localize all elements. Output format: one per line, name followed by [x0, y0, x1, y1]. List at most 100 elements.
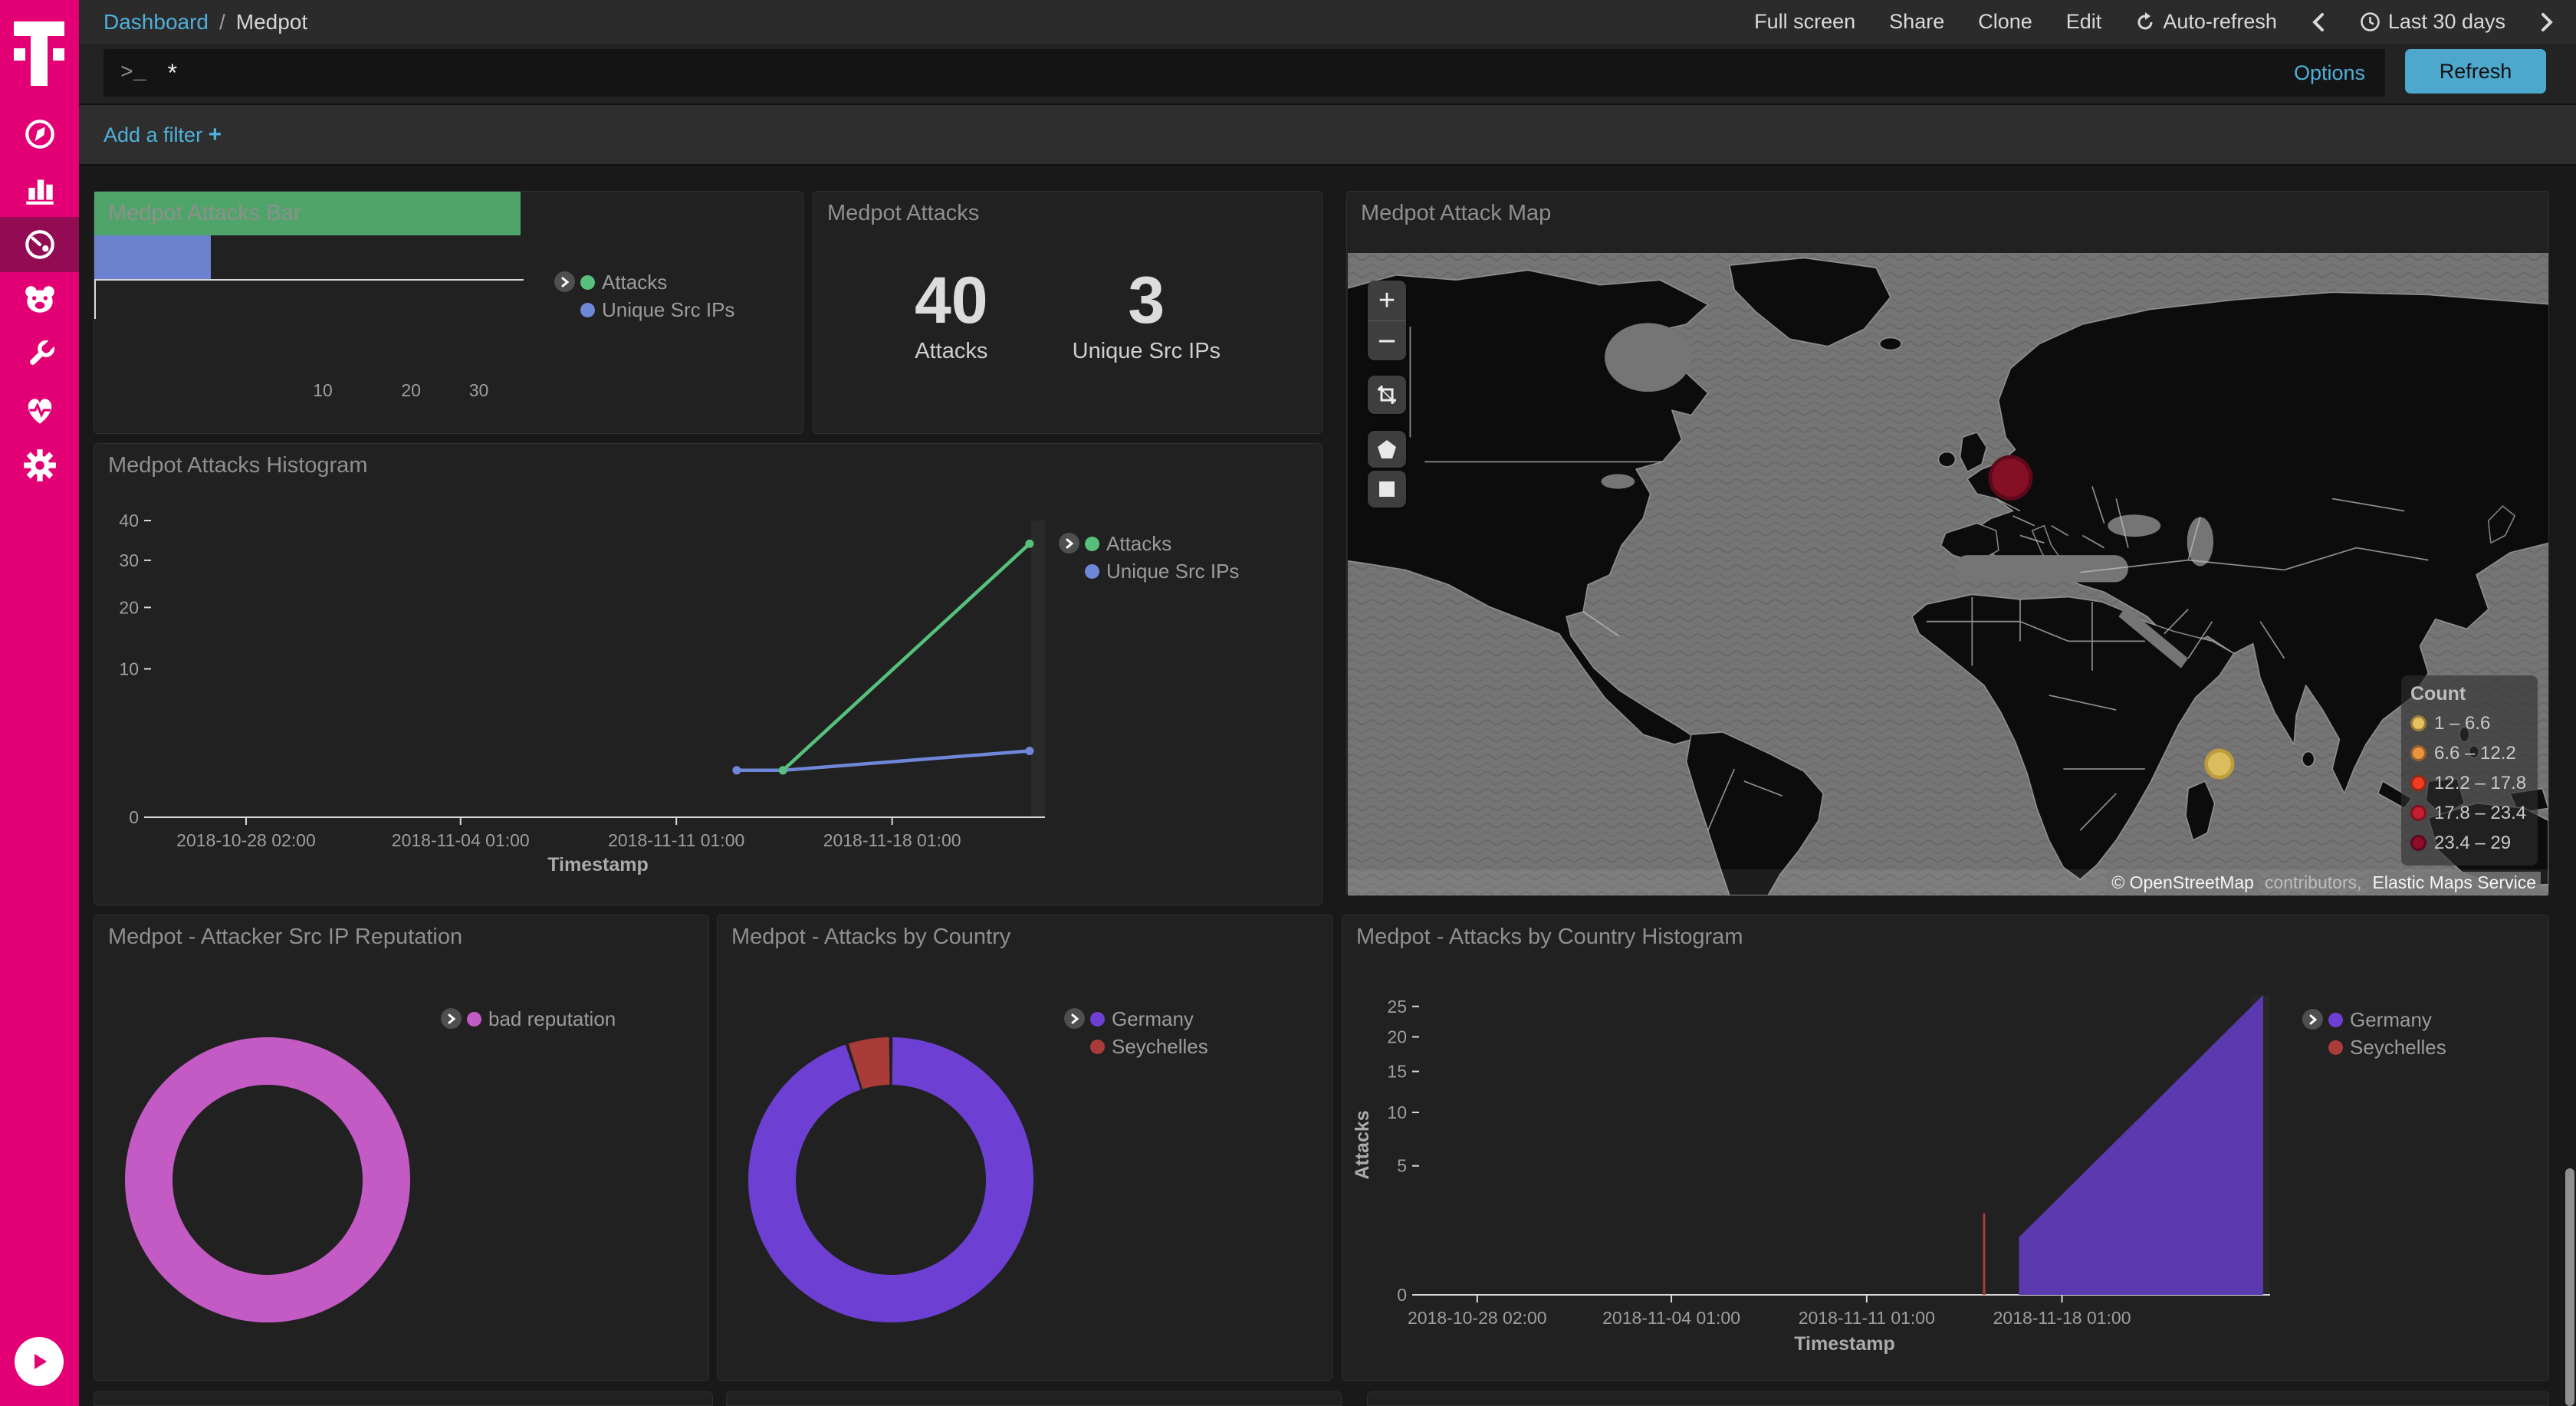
legend-item-attacks[interactable]: Attacks — [580, 271, 667, 294]
fit-data-bounds-button[interactable] — [1368, 376, 1406, 414]
map-dot-seychelles[interactable] — [2206, 751, 2233, 777]
sidebar-collapse-button[interactable] — [15, 1337, 64, 1386]
openstreetmap-attribution[interactable]: © OpenStreetMap — [2107, 872, 2259, 894]
x-axis-line — [94, 279, 524, 281]
panel-partial — [94, 1391, 713, 1406]
map-legend-range-label: 17.8 – 23.4 — [2434, 803, 2526, 824]
panel-title: Medpot Attacks — [827, 201, 979, 226]
panel-medpot-attack-map: Medpot Attack Map — [1346, 191, 2549, 896]
legend-item-seychelles[interactable]: Seychelles — [1090, 1035, 1208, 1059]
legend-item-attacks[interactable]: Attacks — [1085, 532, 1171, 556]
line-chart-canvas[interactable]: 0102030402018-10-28 02:002018-11-04 01:0… — [94, 444, 1323, 906]
series-bar-seychelles[interactable] — [1983, 1214, 1985, 1295]
add-filter-link[interactable]: Add a filter + — [104, 122, 222, 148]
legend-color-dot — [1090, 1012, 1105, 1027]
legend-toggle-button[interactable] — [554, 271, 575, 292]
legend-item-label: Attacks — [1106, 532, 1171, 556]
metric-unique-src-ips: 3 Unique Src IPs — [1073, 264, 1221, 364]
zoom-in-button[interactable]: + — [1368, 281, 1406, 321]
legend-color-dot — [1085, 537, 1099, 551]
rectangle-icon — [1378, 480, 1396, 498]
sidebar-item-dev-tools[interactable] — [0, 327, 79, 383]
legend-item-label: Seychelles — [1112, 1035, 1208, 1059]
share-button[interactable]: Share — [1889, 10, 1944, 34]
bar-chart-icon — [22, 172, 58, 207]
wrench-icon — [22, 337, 58, 373]
clone-button[interactable]: Clone — [1978, 10, 2032, 34]
svg-text:2018-11-18 01:00: 2018-11-18 01:00 — [823, 830, 961, 850]
crop-icon — [1376, 384, 1398, 406]
legend-item-seychelles[interactable]: Seychelles — [2328, 1036, 2446, 1059]
map-legend-item: 12.2 – 17.8 — [2410, 768, 2528, 798]
breadcrumb-dashboard-link[interactable]: Dashboard — [104, 10, 209, 34]
legend-item-label: bad reputation — [488, 1007, 616, 1031]
donut-chart-canvas[interactable] — [718, 915, 1333, 1381]
draw-polygon-button[interactable] — [1368, 431, 1406, 468]
map-legend-item: 23.4 – 29 — [2410, 828, 2528, 858]
legend-item-unique-src-ips[interactable]: Unique Src IPs — [1085, 560, 1239, 583]
world-map[interactable]: + − Count — [1348, 253, 2548, 895]
time-back-button[interactable] — [2311, 11, 2326, 33]
full-screen-button[interactable]: Full screen — [1754, 10, 1855, 34]
legend-item-bad-reputation[interactable]: bad reputation — [467, 1007, 616, 1031]
area-chart-canvas[interactable]: 05101520252018-10-28 02:002018-11-04 01:… — [1342, 915, 2550, 1381]
filter-bar-row: Add a filter + — [79, 105, 2576, 166]
svg-text:2018-11-04 01:00: 2018-11-04 01:00 — [1602, 1308, 1740, 1328]
query-options-link[interactable]: Options — [2294, 61, 2365, 85]
legend-item-germany[interactable]: Germany — [1090, 1007, 1194, 1031]
query-prompt-icon: >_ — [120, 61, 146, 85]
sidebar-item-timelion[interactable] — [0, 272, 79, 327]
panel-attacks-by-country-histogram: Medpot - Attacks by Country Histogram 05… — [1342, 915, 2549, 1381]
panel-partial — [1367, 1391, 2549, 1406]
svg-text:5: 5 — [1397, 1156, 1407, 1176]
legend-item-label: Unique Src IPs — [602, 298, 734, 322]
map-dot-germany[interactable] — [1990, 457, 2031, 498]
refresh-button[interactable]: Refresh — [2405, 49, 2546, 94]
legend-item-unique-src-ips[interactable]: Unique Src IPs — [580, 298, 734, 322]
donut-slice-bad-reputation[interactable] — [149, 1061, 386, 1299]
zoom-control: + − — [1368, 281, 1406, 360]
svg-text:2018-11-11 01:00: 2018-11-11 01:00 — [608, 830, 744, 850]
time-forward-button[interactable] — [2539, 11, 2555, 33]
panel-medpot-attacks-histogram: Medpot Attacks Histogram 0102030402018-1… — [94, 443, 1322, 905]
legend-toggle-button[interactable] — [2302, 1009, 2323, 1030]
svg-text:20: 20 — [1387, 1027, 1407, 1046]
edit-button[interactable]: Edit — [2066, 10, 2102, 34]
time-range-picker[interactable]: Last 30 days — [2360, 10, 2505, 34]
plus-icon: + — [209, 122, 222, 147]
svg-text:Attacks: Attacks — [1352, 1110, 1373, 1179]
legend-toggle-button[interactable] — [1059, 533, 1079, 554]
compass-icon — [22, 117, 58, 152]
top-menu: Full screen Share Clone Edit Auto-refres… — [1754, 10, 2555, 34]
svg-text:10: 10 — [119, 659, 139, 679]
elastic-maps-attribution[interactable]: Elastic Maps Service — [2368, 872, 2541, 894]
series-area-germany[interactable] — [2019, 995, 2262, 1295]
polygon-icon — [1377, 439, 1397, 459]
sidebar-item-monitoring[interactable] — [0, 383, 79, 438]
x-axis-tick — [94, 281, 96, 288]
map-legend-range-label: 1 – 6.6 — [2434, 713, 2490, 734]
draw-rectangle-button[interactable] — [1368, 471, 1406, 508]
donut-slice-germany[interactable] — [770, 1059, 1011, 1300]
telekom-t-logo — [14, 21, 64, 86]
svg-text:0: 0 — [1397, 1285, 1407, 1305]
series-line-attacks[interactable] — [783, 544, 1030, 770]
legend-item-germany[interactable]: Germany — [2328, 1008, 2432, 1032]
search-query-input[interactable] — [166, 58, 2294, 88]
sidebar-item-visualize[interactable] — [0, 162, 79, 217]
sidebar-item-discover[interactable] — [0, 107, 79, 162]
donut-chart-canvas[interactable] — [94, 915, 710, 1381]
zoom-out-button[interactable]: − — [1368, 321, 1406, 360]
world-map-canvas[interactable] — [1348, 253, 2548, 895]
sidebar-item-dashboard[interactable] — [0, 217, 79, 272]
sidebar-item-management[interactable] — [0, 438, 79, 493]
map-legend-item: 1 – 6.6 — [2410, 708, 2528, 738]
query-input-box[interactable]: >_ Options — [104, 49, 2385, 97]
legend-color-dot — [467, 1012, 481, 1027]
auto-refresh-button[interactable]: Auto-refresh — [2135, 10, 2277, 34]
scrollbar-thumb[interactable] — [2565, 1168, 2574, 1406]
bar-unique-src-ips[interactable] — [94, 235, 211, 279]
legend-toggle-button[interactable] — [441, 1008, 462, 1029]
legend-toggle-button[interactable] — [1064, 1008, 1085, 1029]
x-axis-tick — [94, 296, 96, 304]
